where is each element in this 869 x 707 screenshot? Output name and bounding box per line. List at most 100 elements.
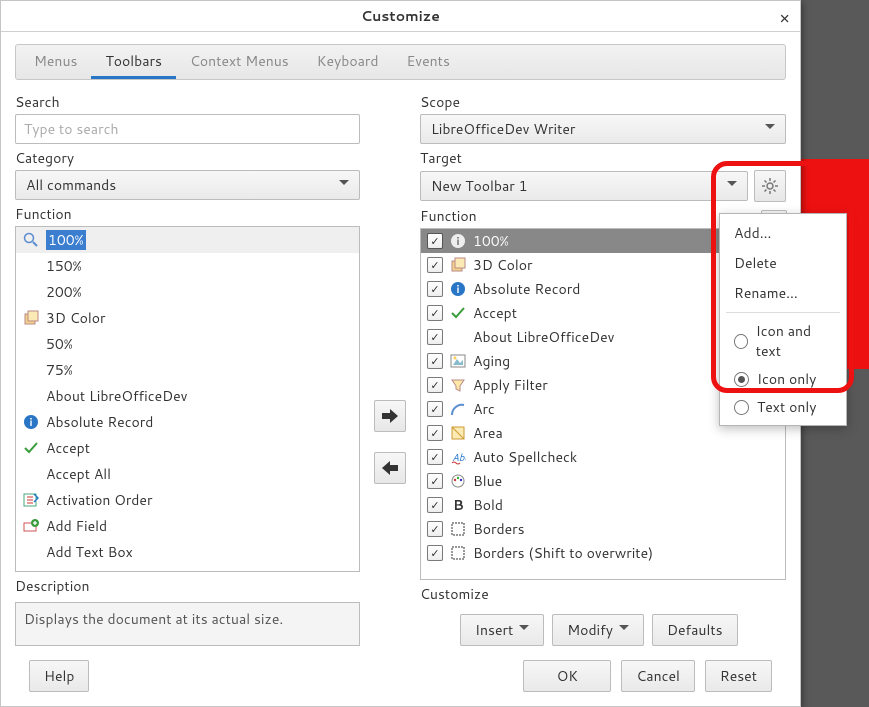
target-dropdown[interactable]: New Toolbar 1: [420, 171, 748, 201]
list-item[interactable]: ✓BBold: [421, 493, 785, 517]
scope-label: Scope: [420, 92, 786, 112]
tab-events[interactable]: Events: [393, 45, 464, 79]
checkbox[interactable]: ✓: [427, 281, 443, 297]
list-item[interactable]: 75%: [16, 357, 359, 383]
modify-button[interactable]: Modify: [552, 614, 644, 646]
list-item-label: Aging: [473, 351, 510, 371]
close-icon[interactable]: ×: [779, 6, 790, 30]
category-dropdown[interactable]: All commands: [15, 170, 360, 200]
list-item-label: 200%: [46, 282, 82, 302]
tab-keyboard[interactable]: Keyboard: [303, 45, 393, 79]
list-item[interactable]: i Absolute Record: [16, 409, 359, 435]
list-item[interactable]: ✓AbcAuto Spellcheck: [421, 445, 785, 469]
list-item[interactable]: 200%: [16, 279, 359, 305]
menu-radio-icon-only[interactable]: Icon only: [720, 365, 846, 393]
list-item[interactable]: Activation Order: [16, 487, 359, 513]
menu-item-rename[interactable]: Rename…: [720, 278, 846, 308]
blank-icon: [22, 543, 40, 561]
list-item-label: 150%: [46, 256, 82, 276]
checkbox[interactable]: ✓: [427, 329, 443, 345]
checkbox[interactable]: ✓: [427, 545, 443, 561]
ok-button[interactable]: OK: [523, 660, 611, 692]
blank-icon: [449, 328, 467, 346]
cancel-button[interactable]: Cancel: [621, 660, 695, 692]
checkbox[interactable]: ✓: [427, 233, 443, 249]
checkbox[interactable]: ✓: [427, 257, 443, 273]
description-label: Description: [15, 576, 360, 596]
list-item-label: 75%: [46, 360, 73, 380]
function-list-left[interactable]: 100% 150% 200% 3D Color50% 75% About LibreOff…: [15, 226, 360, 572]
blank-icon: [22, 387, 40, 405]
list-item-label: Accept: [46, 438, 90, 458]
reset-button[interactable]: Reset: [705, 660, 772, 692]
list-item-label: About LibreOfficeDev: [46, 386, 187, 406]
cube-icon: [22, 309, 40, 327]
list-item-label: Absolute Record: [46, 412, 153, 432]
list-item[interactable]: Add Field: [16, 513, 359, 539]
list-item[interactable]: 100%: [16, 227, 359, 253]
category-label: Category: [15, 148, 360, 168]
list-item[interactable]: ✓Blue: [421, 469, 785, 493]
info-icon: i: [22, 413, 40, 431]
filter-icon: [449, 376, 467, 394]
list-item[interactable]: Accept All: [16, 461, 359, 487]
checkbox[interactable]: ✓: [427, 473, 443, 489]
customize-buttons: Insert Modify Defaults: [420, 614, 786, 646]
checkbox[interactable]: ✓: [427, 449, 443, 465]
list-item[interactable]: About LibreOfficeDev: [16, 383, 359, 409]
checkbox[interactable]: ✓: [427, 425, 443, 441]
dialog-title: Customize: [361, 6, 440, 26]
defaults-button[interactable]: Defaults: [652, 614, 738, 646]
checkbox[interactable]: ✓: [427, 497, 443, 513]
list-item-label: Add Text Box: [46, 542, 133, 562]
list-item[interactable]: ✓ Borders (Shift to overwrite): [421, 541, 785, 565]
list-item-label: Apply Filter: [473, 375, 548, 395]
move-left-button[interactable]: [374, 452, 406, 484]
tab-toolbars[interactable]: Toolbars: [91, 45, 176, 79]
menu-item-delete[interactable]: Delete: [720, 248, 846, 278]
menu-item-add[interactable]: Add…: [720, 218, 846, 248]
zoom-icon: [22, 231, 40, 249]
help-button[interactable]: Help: [29, 660, 89, 692]
chevron-down-icon: [519, 620, 529, 640]
checkbox[interactable]: ✓: [427, 521, 443, 537]
checkbox[interactable]: ✓: [427, 305, 443, 321]
move-right-button[interactable]: [374, 400, 406, 432]
svg-text:B: B: [453, 497, 464, 513]
list-item[interactable]: 150%: [16, 253, 359, 279]
tab-context-menus[interactable]: Context Menus: [176, 45, 303, 79]
gear-icon: [761, 177, 779, 195]
menu-radio-icon-text[interactable]: Icon and text: [720, 317, 846, 365]
tab-bar: Menus Toolbars Context Menus Keyboard Ev…: [15, 44, 786, 80]
menu-radio-text-only[interactable]: Text only: [720, 393, 846, 421]
list-item-label: About LibreOfficeDev: [473, 327, 614, 347]
insert-button[interactable]: Insert: [460, 614, 544, 646]
list-item[interactable]: ✓Borders: [421, 517, 785, 541]
target-settings-button[interactable]: [754, 170, 786, 202]
search-input[interactable]: [15, 114, 360, 144]
list-item[interactable]: Add Text Box: [16, 539, 359, 565]
checkbox[interactable]: ✓: [427, 353, 443, 369]
checkbox[interactable]: ✓: [427, 377, 443, 393]
list-item-label: Accept All: [46, 464, 111, 484]
list-item[interactable]: Accept: [16, 435, 359, 461]
list-item-label: Activation Order: [46, 490, 152, 510]
checkbox[interactable]: ✓: [427, 401, 443, 417]
list-item-label: Add Field: [46, 516, 107, 536]
list-item[interactable]: 3D Color: [16, 305, 359, 331]
svg-text:i: i: [456, 281, 459, 297]
list-item[interactable]: 50%: [16, 331, 359, 357]
list-item-label: Area: [473, 423, 503, 443]
blank-icon: [22, 283, 40, 301]
arrow-right-icon: [381, 409, 399, 423]
pic-icon: [449, 352, 467, 370]
category-value: All commands: [26, 175, 116, 195]
list-item-label: 3D Color: [473, 255, 533, 275]
radio-icon: [734, 372, 749, 387]
scope-dropdown[interactable]: LibreOfficeDev Writer: [420, 114, 786, 144]
function-label-left: Function: [15, 204, 360, 224]
tab-menus[interactable]: Menus: [20, 45, 91, 79]
transfer-column: [370, 88, 410, 646]
info-inv-icon: i: [449, 232, 467, 250]
list-item-label: Borders (Shift to overwrite): [473, 543, 653, 563]
